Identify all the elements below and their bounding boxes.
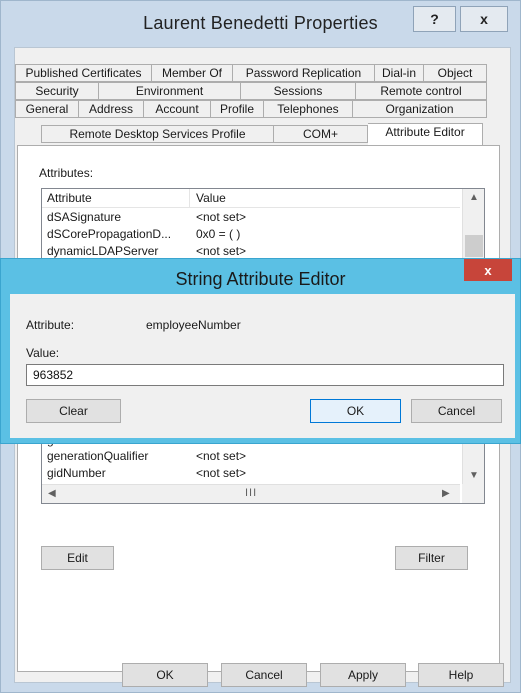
tab-general[interactable]: General: [15, 100, 79, 118]
dialog-title: String Attribute Editor: [175, 269, 346, 289]
tab-row-1: Published Certificates Member Of Passwor…: [15, 64, 487, 82]
tab-address[interactable]: Address: [79, 100, 144, 118]
tab-password-replication[interactable]: Password Replication: [233, 64, 375, 82]
help-title-button[interactable]: ?: [413, 6, 456, 32]
column-header-value[interactable]: Value: [190, 189, 226, 207]
table-row[interactable]: dSCorePropagationD... 0x0 = ( ): [42, 226, 460, 243]
column-header-attribute[interactable]: Attribute: [42, 189, 190, 207]
tab-row-3: General Address Account Profile Telephon…: [15, 100, 487, 118]
row-attribute: dSASignature: [47, 210, 122, 224]
row-value: <not set>: [196, 449, 247, 463]
tab-attribute-editor[interactable]: Attribute Editor: [368, 123, 483, 145]
tab-remote-desktop-services-profile[interactable]: Remote Desktop Services Profile: [41, 125, 274, 143]
row-attribute: generationQualifier: [47, 449, 149, 463]
tab-com-plus[interactable]: COM+: [274, 125, 368, 143]
edit-button[interactable]: Edit: [41, 546, 114, 570]
tab-sessions[interactable]: Sessions: [241, 82, 356, 100]
tab-telephones[interactable]: Telephones: [264, 100, 353, 118]
scrollbar-corner: [462, 484, 484, 503]
horizontal-scrollbar[interactable]: ◀ III ▶: [42, 484, 460, 503]
dialog-close-button[interactable]: x: [464, 259, 512, 281]
row-value: 0x0 = ( ): [196, 227, 241, 241]
help-icon: ?: [430, 11, 439, 27]
dialog-attribute-name: employeeNumber: [146, 318, 241, 332]
list-header: Attribute Value: [42, 189, 460, 208]
close-title-button[interactable]: x: [460, 6, 508, 32]
row-value: <not set>: [196, 466, 247, 480]
ok-button[interactable]: OK: [122, 663, 208, 687]
tab-environment[interactable]: Environment: [99, 82, 241, 100]
clear-button[interactable]: Clear: [26, 399, 121, 423]
cancel-button[interactable]: Cancel: [221, 663, 307, 687]
tab-row-4: Remote Desktop Services Profile COM+ Att…: [41, 123, 483, 145]
value-input[interactable]: [26, 364, 504, 386]
apply-button[interactable]: Apply: [320, 663, 406, 687]
row-attribute: gidNumber: [47, 466, 106, 480]
tab-security[interactable]: Security: [15, 82, 99, 100]
tab-row-2: Security Environment Sessions Remote con…: [15, 82, 487, 100]
tab-member-of[interactable]: Member Of: [152, 64, 233, 82]
close-icon: x: [484, 262, 492, 278]
tab-dial-in[interactable]: Dial-in: [375, 64, 424, 82]
tab-account[interactable]: Account: [144, 100, 211, 118]
scroll-right-icon[interactable]: ▶: [442, 488, 450, 499]
table-row[interactable]: dSASignature <not set>: [42, 209, 460, 226]
table-row[interactable]: generationQualifier <not set>: [42, 448, 460, 465]
table-row[interactable]: gidNumber <not set>: [42, 465, 460, 482]
vertical-scroll-thumb[interactable]: [465, 235, 483, 257]
tab-object[interactable]: Object: [424, 64, 487, 82]
attributes-label: Attributes:: [39, 166, 94, 180]
dialog-value-label: Value:: [26, 346, 60, 360]
filter-button[interactable]: Filter: [395, 546, 468, 570]
row-attribute: dSCorePropagationD...: [47, 227, 172, 241]
tab-published-certificates[interactable]: Published Certificates: [15, 64, 152, 82]
row-value: <not set>: [196, 210, 247, 224]
tab-organization[interactable]: Organization: [353, 100, 487, 118]
scroll-grip-icon[interactable]: III: [245, 487, 257, 499]
tab-profile[interactable]: Profile: [211, 100, 264, 118]
scroll-down-icon[interactable]: ▼: [469, 470, 479, 481]
scroll-left-icon[interactable]: ◀: [48, 488, 56, 499]
tab-remote-control[interactable]: Remote control: [356, 82, 487, 100]
dialog-ok-button[interactable]: OK: [310, 399, 401, 423]
dialog-attribute-label: Attribute:: [26, 318, 75, 332]
dialog-cancel-button[interactable]: Cancel: [411, 399, 502, 423]
close-icon: x: [480, 11, 488, 27]
help-button[interactable]: Help: [418, 663, 504, 687]
scroll-up-icon[interactable]: ▲: [469, 192, 479, 203]
